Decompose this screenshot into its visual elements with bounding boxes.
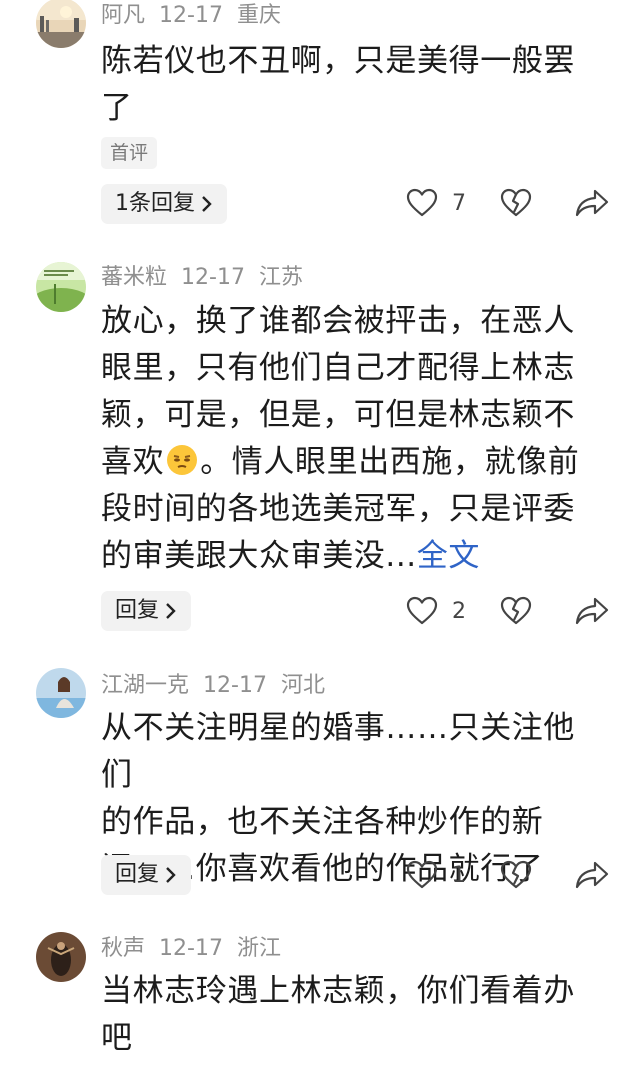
share-arrow-icon <box>575 597 609 625</box>
broken-heart-icon <box>500 860 532 889</box>
username[interactable]: 蕃米粒 <box>101 265 167 290</box>
comment-date: 12-17 <box>203 673 267 698</box>
share-button[interactable] <box>575 596 609 630</box>
like-button[interactable]: 2 <box>406 596 466 626</box>
comment-location: 江苏 <box>258 265 303 290</box>
comment-meta: 秋声 12-17 浙江 <box>101 935 295 963</box>
comment-location: 河北 <box>280 673 325 698</box>
avatar[interactable] <box>36 262 86 312</box>
comment-text: 陈若仪也不丑啊，只是美得一般罢 了 <box>101 43 575 126</box>
first-comment-badge: 首评 <box>101 137 158 169</box>
username[interactable]: 阿凡 <box>101 3 145 28</box>
comment-meta: 阿凡 12-17 重庆 <box>101 2 295 30</box>
avatar[interactable] <box>36 668 86 718</box>
comment-date: 12-17 <box>181 265 245 290</box>
broken-heart-icon <box>500 188 532 217</box>
username[interactable]: 秋声 <box>101 936 145 961</box>
comment-location: 重庆 <box>236 3 281 28</box>
heart-outline-icon <box>406 860 438 889</box>
like-count: 7 <box>452 190 466 216</box>
share-arrow-icon <box>575 861 609 889</box>
comment-meta: 江湖一克 12-17 河北 <box>101 672 339 700</box>
reply-button[interactable]: 回复 <box>101 855 192 895</box>
share-arrow-icon <box>575 189 609 217</box>
comment-date: 12-17 <box>159 3 223 28</box>
heart-outline-icon <box>406 188 438 217</box>
chevron-right-icon <box>166 867 176 883</box>
like-button[interactable]: 7 <box>406 188 466 218</box>
avatar[interactable] <box>36 932 86 982</box>
like-count: 2 <box>452 598 466 624</box>
reply-button[interactable]: 1条回复 <box>101 184 227 224</box>
comment-date: 12-17 <box>159 936 223 961</box>
dislike-button[interactable] <box>500 596 532 630</box>
like-button[interactable]: 1 <box>406 860 466 890</box>
comment-text: 放心，换了谁都会被抨击，在恶人 眼里，只有他们自己才配得上林志 颖，可是，但是，… <box>101 303 580 574</box>
unamused-face-emoji-icon <box>166 443 198 475</box>
share-button[interactable] <box>575 860 609 894</box>
like-count: 1 <box>452 862 466 888</box>
comment-meta: 蕃米粒 12-17 江苏 <box>101 264 317 292</box>
username[interactable]: 江湖一克 <box>101 673 189 698</box>
dislike-button[interactable] <box>500 860 532 894</box>
broken-heart-icon <box>500 596 532 625</box>
comment-location: 浙江 <box>236 936 281 961</box>
expand-full-text-link[interactable]: 全文 <box>417 538 480 574</box>
heart-outline-icon <box>406 596 438 625</box>
chevron-right-icon <box>202 196 212 212</box>
dislike-button[interactable] <box>500 188 532 222</box>
reply-button[interactable]: 回复 <box>101 591 192 631</box>
avatar[interactable] <box>36 0 86 48</box>
chevron-right-icon <box>166 603 176 619</box>
share-button[interactable] <box>575 188 609 222</box>
comment-text: 当林志玲遇上林志颖，你们看着办 吧 <box>101 973 575 1056</box>
